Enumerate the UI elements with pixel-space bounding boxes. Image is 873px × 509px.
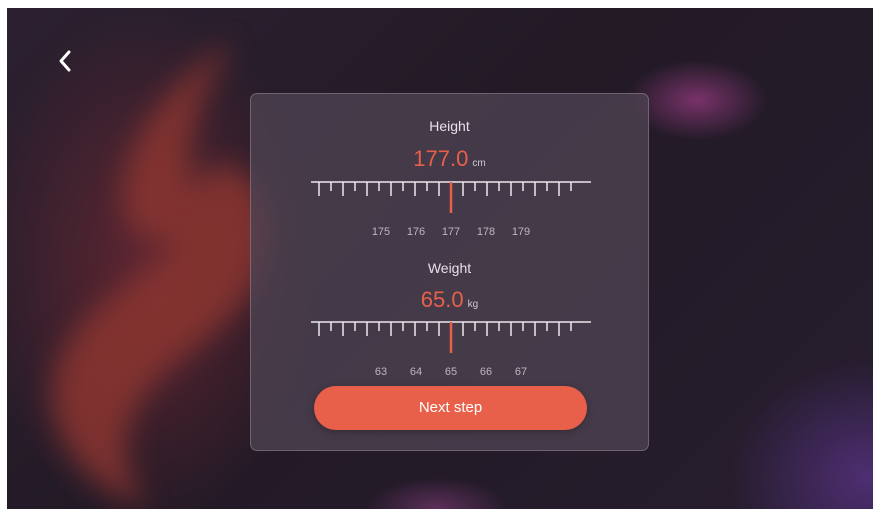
height-ruler[interactable]: 175 176 177 178 179 — [311, 180, 591, 246]
weight-ruler-tick-label: 65 — [445, 366, 457, 378]
height-ruler-tick-label: 179 — [512, 226, 530, 238]
weight-ruler-tick-label: 67 — [515, 366, 527, 378]
weight-ruler-tick-label: 66 — [480, 366, 492, 378]
height-value-display: 177.0 cm — [251, 146, 648, 172]
weight-value-display: 65.0 kg — [251, 287, 648, 313]
next-step-button[interactable]: Next step — [314, 386, 587, 430]
chevron-left-icon — [59, 50, 71, 72]
weight-label: Weight — [427, 260, 472, 276]
weight-ruler[interactable]: 63 64 65 66 67 — [311, 320, 591, 386]
back-button[interactable] — [55, 46, 75, 76]
weight-unit: kg — [467, 299, 479, 310]
height-ruler-tick-label: 177 — [442, 226, 460, 238]
height-ruler-tick-label: 176 — [407, 226, 425, 238]
height-label: Height — [429, 118, 470, 134]
weight-ruler-tick-label: 63 — [375, 366, 387, 378]
weight-ruler-tick-label: 64 — [410, 366, 422, 378]
height-ruler-tick-label: 178 — [477, 226, 495, 238]
height-unit: cm — [472, 158, 486, 169]
height-ruler-tick-label: 175 — [372, 226, 390, 238]
app-screen: Height 177.0 cm 175 176 177 178 179 Weight 65… — [7, 8, 873, 509]
height-value: 177.0 — [413, 146, 469, 171]
weight-value: 65.0 — [420, 287, 464, 312]
body-measurement-card: Height 177.0 cm 175 176 177 178 179 Weight 65… — [250, 93, 649, 451]
